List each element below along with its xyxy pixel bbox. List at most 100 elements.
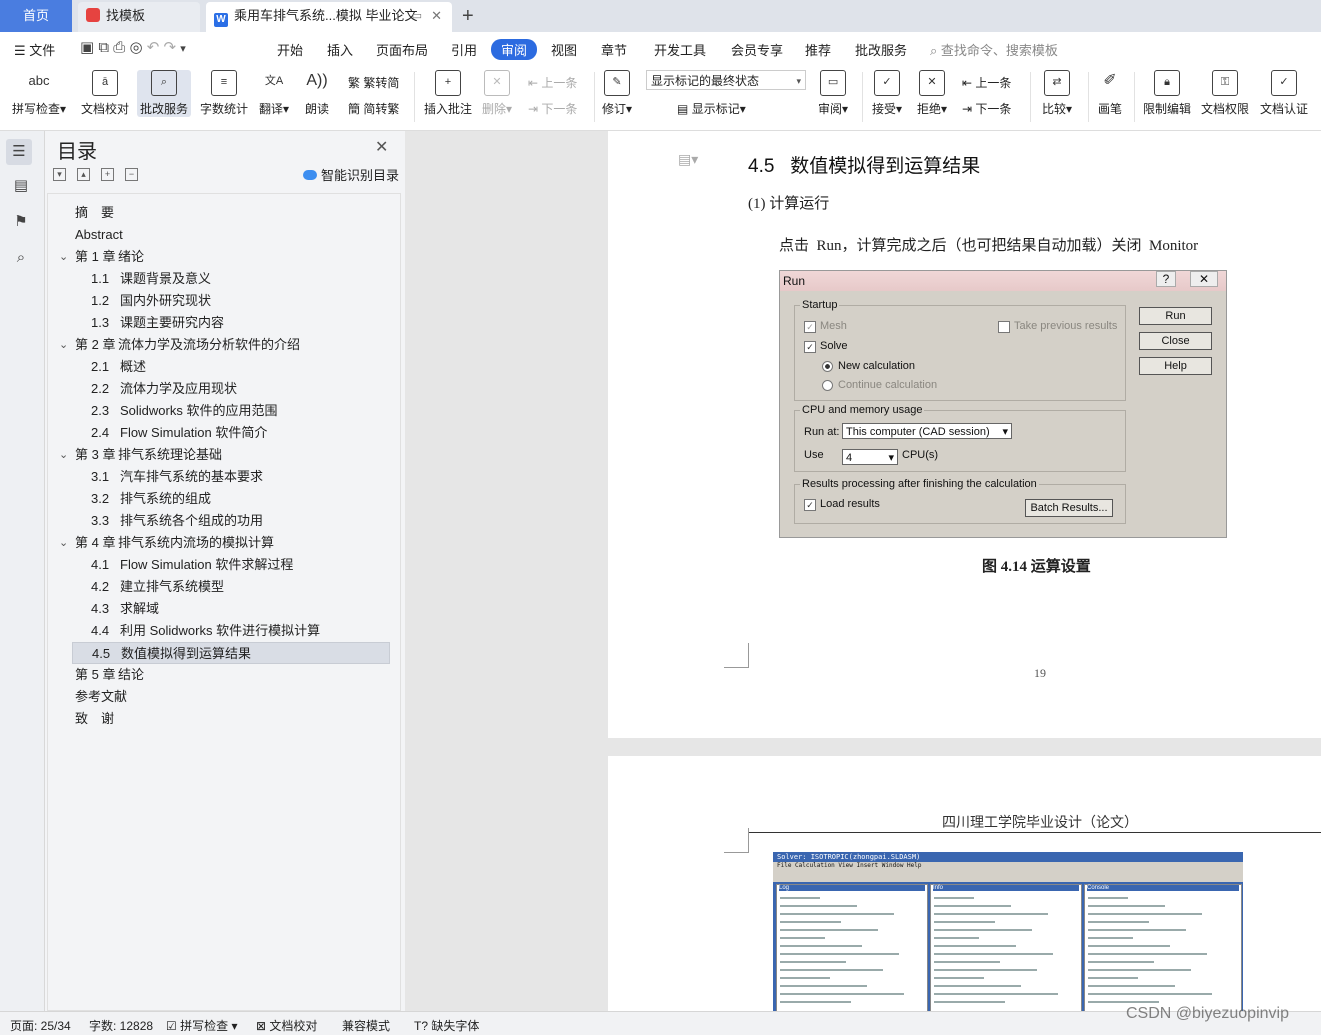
toc-item[interactable]: 第 5 章结论 (75, 664, 144, 686)
toc-item[interactable]: ⌄ 第 2 章流体力学及流场分析软件的介绍 (59, 334, 300, 356)
preview-icon[interactable]: ◎ (129, 39, 142, 56)
menu-correct-service[interactable]: 批改服务 (855, 40, 907, 59)
toc-item[interactable]: 致 谢 (75, 708, 114, 730)
toc-item[interactable]: 2.4 Flow Simulation 软件简介 (91, 422, 267, 444)
delete-comment-button[interactable]: ✕ 删除▾ (482, 70, 512, 117)
search-box[interactable]: ⌕ 查找命令、搜索模板 (930, 40, 1058, 59)
more-icon[interactable]: ▾ (180, 43, 186, 55)
review-button[interactable]: ▭ 审阅▾ (818, 70, 848, 117)
toc-item[interactable]: 4.1 Flow Simulation 软件求解过程 (91, 554, 293, 576)
remove-level-icon[interactable]: − (125, 168, 138, 181)
compare-label: 比较 (1042, 102, 1067, 116)
find-icon[interactable]: ⌕ (12, 249, 30, 267)
menu-page-layout[interactable]: 页面布局 (376, 40, 428, 59)
toc-item[interactable]: Abstract (75, 224, 123, 246)
menu-reference[interactable]: 引用 (451, 40, 477, 59)
toc-item[interactable]: 3.1 汽车排气系统的基本要求 (91, 466, 263, 488)
add-tab-button[interactable]: + (462, 2, 474, 30)
chevron-down-icon[interactable]: ⌄ (59, 532, 68, 554)
toc-item[interactable]: 1.3 课题主要研究内容 (91, 312, 224, 334)
menu-chapter[interactable]: 章节 (601, 40, 627, 59)
menu-member[interactable]: 会员专享 (731, 40, 783, 59)
word-count-button[interactable]: ≡ 字数统计 (200, 70, 248, 117)
show-marks-button[interactable]: ▤ 显示标记▾ (677, 100, 746, 117)
add-level-icon[interactable]: + (101, 168, 114, 181)
collapse-all-icon[interactable]: ▾ (53, 168, 66, 181)
menu-recommend[interactable]: 推荐 (805, 40, 831, 59)
toc-item[interactable]: 1.2 国内外研究现状 (91, 290, 211, 312)
smart-toc-button[interactable]: 智能识别目录 (303, 165, 399, 184)
save-icon[interactable]: ▣ (80, 39, 94, 56)
correct-service-button[interactable]: ⌕ 批改服务 (137, 70, 192, 117)
toc-item[interactable]: 3.3 排气系统各个组成的功用 (91, 510, 263, 532)
menu-insert[interactable]: 插入 (327, 40, 353, 59)
undo-icon[interactable]: ↶ (147, 39, 160, 56)
status-spell-check[interactable]: ☑ 拼写检查 ▾ (166, 1017, 237, 1034)
doc-permission-button[interactable]: ⚿ 文档权限 (1201, 70, 1249, 117)
toc-item[interactable]: 2.2 流体力学及应用现状 (91, 378, 237, 400)
close-tab-icon[interactable]: ✕ (431, 2, 442, 30)
prev-change-button[interactable]: ⇤ 上一条 (962, 74, 1011, 91)
next-change-button[interactable]: ⇥ 下一条 (962, 100, 1011, 117)
chevron-down-icon[interactable]: ⌄ (59, 246, 68, 268)
bookmark-icon[interactable]: ⚑ (12, 213, 30, 231)
next-comment-button[interactable]: ⇥ 下一条 (528, 100, 577, 117)
doc-certify-button[interactable]: ✓ 文档认证 (1260, 70, 1308, 117)
menu-view[interactable]: 视图 (551, 40, 577, 59)
toc-item[interactable]: 3.2 排气系统的组成 (91, 488, 211, 510)
toc-item-text: Flow Simulation 软件求解过程 (120, 557, 294, 572)
proofread-button[interactable]: ā 文档校对 (81, 70, 129, 117)
toc-item[interactable]: 4.5 数值模拟得到运算结果 (72, 642, 390, 664)
page-indicator[interactable]: 页面: 25/34 (10, 1017, 71, 1034)
toc-item[interactable]: 2.3 Solidworks 软件的应用范围 (91, 400, 277, 422)
toc-item[interactable]: 4.2 建立排气系统模型 (91, 576, 224, 598)
export-icon[interactable]: ⧉ (98, 39, 109, 56)
monitor-icon[interactable]: ▭ (412, 2, 422, 30)
toc-item[interactable]: 摘 要 (75, 202, 114, 224)
print-icon[interactable]: ⎙ (113, 39, 125, 56)
read-aloud-button[interactable]: A)) 朗读 (304, 70, 330, 117)
restrict-edit-button[interactable]: 🔒︎ 限制编辑 (1143, 70, 1191, 117)
file-menu[interactable]: ☰ 文件 (14, 40, 55, 59)
toc-item[interactable]: 4.4 利用 Solidworks 软件进行模拟计算 (91, 620, 320, 642)
doc-outline-icon[interactable]: ▤▾ (678, 151, 698, 168)
results-group-label: Results processing after finishing the c… (800, 478, 1039, 490)
nav-pane-icon[interactable]: ▤ (12, 177, 30, 195)
menu-dev-tools[interactable]: 开发工具 (654, 40, 706, 59)
compare-button[interactable]: ⇄ 比较▾ (1042, 70, 1072, 117)
tab-document[interactable]: W 乘用车排气系统...模拟 毕业论文 ▭ ✕ (206, 2, 452, 32)
menu-start[interactable]: 开始 (277, 40, 303, 59)
toc-item[interactable]: 1.1 课题背景及意义 (91, 268, 211, 290)
expand-up-icon[interactable]: ▴ (77, 168, 90, 181)
toc-item-number: 2.3 (91, 403, 110, 418)
insert-comment-button[interactable]: + 插入批注 (424, 70, 472, 117)
toc-item[interactable]: 参考文献 (75, 686, 127, 708)
toc-item[interactable]: 4.3 求解域 (91, 598, 159, 620)
prev-comment-button[interactable]: ⇤ 上一条 (528, 74, 577, 91)
menu-review[interactable]: 审阅 (491, 39, 538, 60)
redo-icon[interactable]: ↷ (163, 39, 176, 56)
toc-icon[interactable]: ☰ (6, 139, 32, 165)
toc-item[interactable]: ⌄ 第 4 章排气系统内流场的模拟计算 (59, 532, 274, 554)
pen-button[interactable]: ✐ 画笔 (1097, 70, 1123, 117)
mark-state-select[interactable]: 显示标记的最终状态 ▾ (646, 70, 806, 90)
toc-item[interactable]: ⌄ 第 1 章绪论 (59, 246, 144, 268)
tab-home[interactable]: 首页 (0, 0, 72, 32)
run-button: Run (1139, 307, 1212, 325)
chevron-down-icon[interactable]: ⌄ (59, 334, 68, 356)
to-simplified-button[interactable]: 簡 简转繁 (348, 100, 399, 117)
word-count[interactable]: 字数: 12828 (89, 1017, 153, 1034)
spell-check-button[interactable]: abc 拼写检查▾ (12, 70, 66, 117)
revise-button[interactable]: ✎ 修订▾ (602, 70, 632, 117)
reject-button[interactable]: ✕ 拒绝▾ (917, 70, 947, 117)
tab-template[interactable]: 找模板 (78, 2, 200, 32)
status-proofread[interactable]: ⊠ 文档校对 (256, 1017, 317, 1034)
to-traditional-button[interactable]: 繁 繁转简 (348, 74, 399, 91)
missing-font[interactable]: T? 缺失字体 (414, 1017, 479, 1034)
chevron-down-icon[interactable]: ⌄ (59, 444, 68, 466)
toc-item[interactable]: ⌄ 第 3 章排气系统理论基础 (59, 444, 222, 466)
translate-button[interactable]: 文A 翻译▾ (259, 70, 289, 117)
accept-button[interactable]: ✓ 接受▾ (872, 70, 902, 117)
toc-item[interactable]: 2.1 概述 (91, 356, 146, 378)
close-icon[interactable]: ✕ (375, 137, 388, 157)
